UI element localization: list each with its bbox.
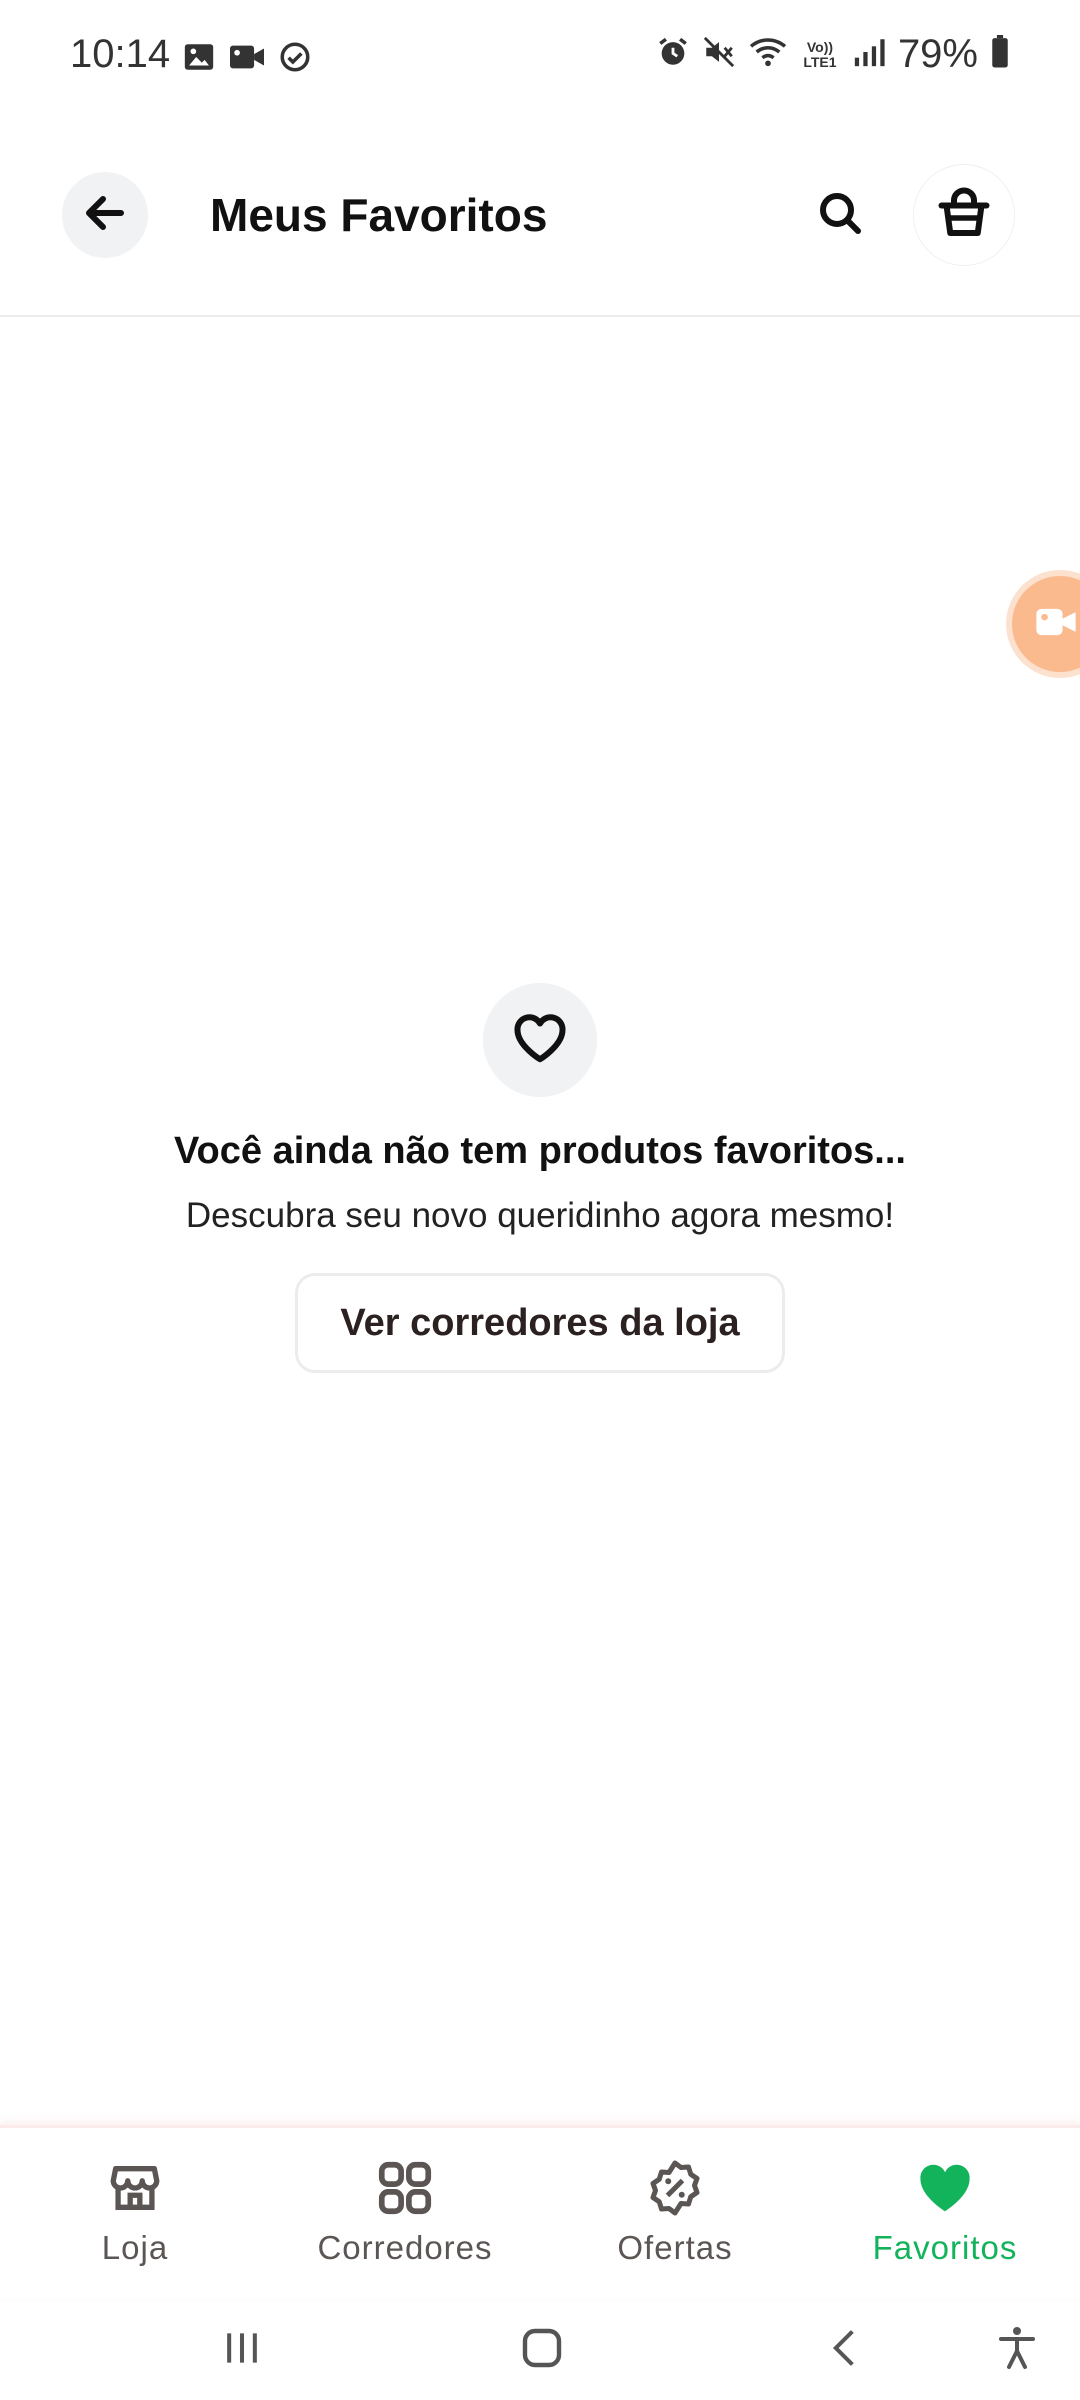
page-title: Meus Favoritos: [210, 189, 548, 241]
status-left-icons: [182, 40, 312, 79]
bottom-navigation: Loja Corredores Ofertas Favoritos: [0, 2125, 1080, 2298]
arrow-left-icon: [81, 189, 129, 242]
home-button[interactable]: [507, 2315, 577, 2385]
empty-state-title: Você ainda não tem produtos favoritos...: [174, 1130, 906, 1172]
battery-icon: [990, 35, 1010, 74]
discount-badge-icon: [640, 2153, 710, 2223]
basket-icon: [934, 183, 994, 248]
grid-icon: [370, 2153, 440, 2223]
status-bar: 10:14 Vo)) LTE1 79%: [0, 0, 1080, 120]
store-icon: [100, 2153, 170, 2223]
alarm-icon: [656, 35, 690, 74]
nav-label-loja: Loja: [101, 2229, 169, 2266]
nav-label-favoritos: Favoritos: [872, 2229, 1018, 2266]
status-time: 10:14: [70, 32, 171, 76]
nav-label-ofertas: Ofertas: [617, 2229, 733, 2266]
mute-icon: [702, 35, 736, 74]
empty-state-subtitle: Descubra seu novo queridinho agora mesmo…: [185, 1196, 895, 1235]
heart-outline-icon: [510, 1008, 570, 1073]
video-icon: [228, 40, 266, 79]
image-icon: [182, 40, 216, 79]
volte-icon: Vo)) LTE1: [803, 38, 837, 70]
video-camera-icon: [1034, 604, 1078, 645]
system-navigation-bar: [0, 2295, 1080, 2400]
search-icon: [816, 189, 864, 242]
chevron-left-icon: [823, 2326, 867, 2375]
view-aisles-button[interactable]: Ver corredores da loja: [295, 1273, 785, 1373]
heart-icon: [910, 2153, 980, 2223]
check-circle-icon: [278, 40, 312, 79]
recents-button[interactable]: [207, 2315, 277, 2385]
search-button[interactable]: [810, 185, 870, 245]
accessibility-button[interactable]: [982, 2315, 1052, 2385]
system-back-button[interactable]: [810, 2315, 880, 2385]
wifi-icon: [748, 35, 788, 74]
battery-percent: 79%: [897, 32, 978, 76]
nav-item-corredores[interactable]: Corredores: [295, 2153, 515, 2267]
accessibility-icon: [993, 2324, 1041, 2377]
app-header: Meus Favoritos: [0, 120, 1080, 317]
home-icon: [518, 2324, 566, 2377]
empty-state-icon-wrapper: [483, 983, 597, 1097]
recents-icon: [220, 2326, 264, 2375]
nav-item-loja[interactable]: Loja: [25, 2153, 245, 2267]
nav-item-ofertas[interactable]: Ofertas: [565, 2153, 785, 2267]
signal-icon: [852, 35, 886, 74]
status-right-icons: Vo)) LTE1 79%: [656, 32, 1010, 77]
floating-video-button[interactable]: [1012, 576, 1080, 672]
back-button[interactable]: [62, 172, 148, 258]
nav-item-favoritos[interactable]: Favoritos: [835, 2153, 1055, 2267]
cart-button[interactable]: [914, 165, 1014, 265]
nav-label-corredores: Corredores: [317, 2229, 493, 2266]
